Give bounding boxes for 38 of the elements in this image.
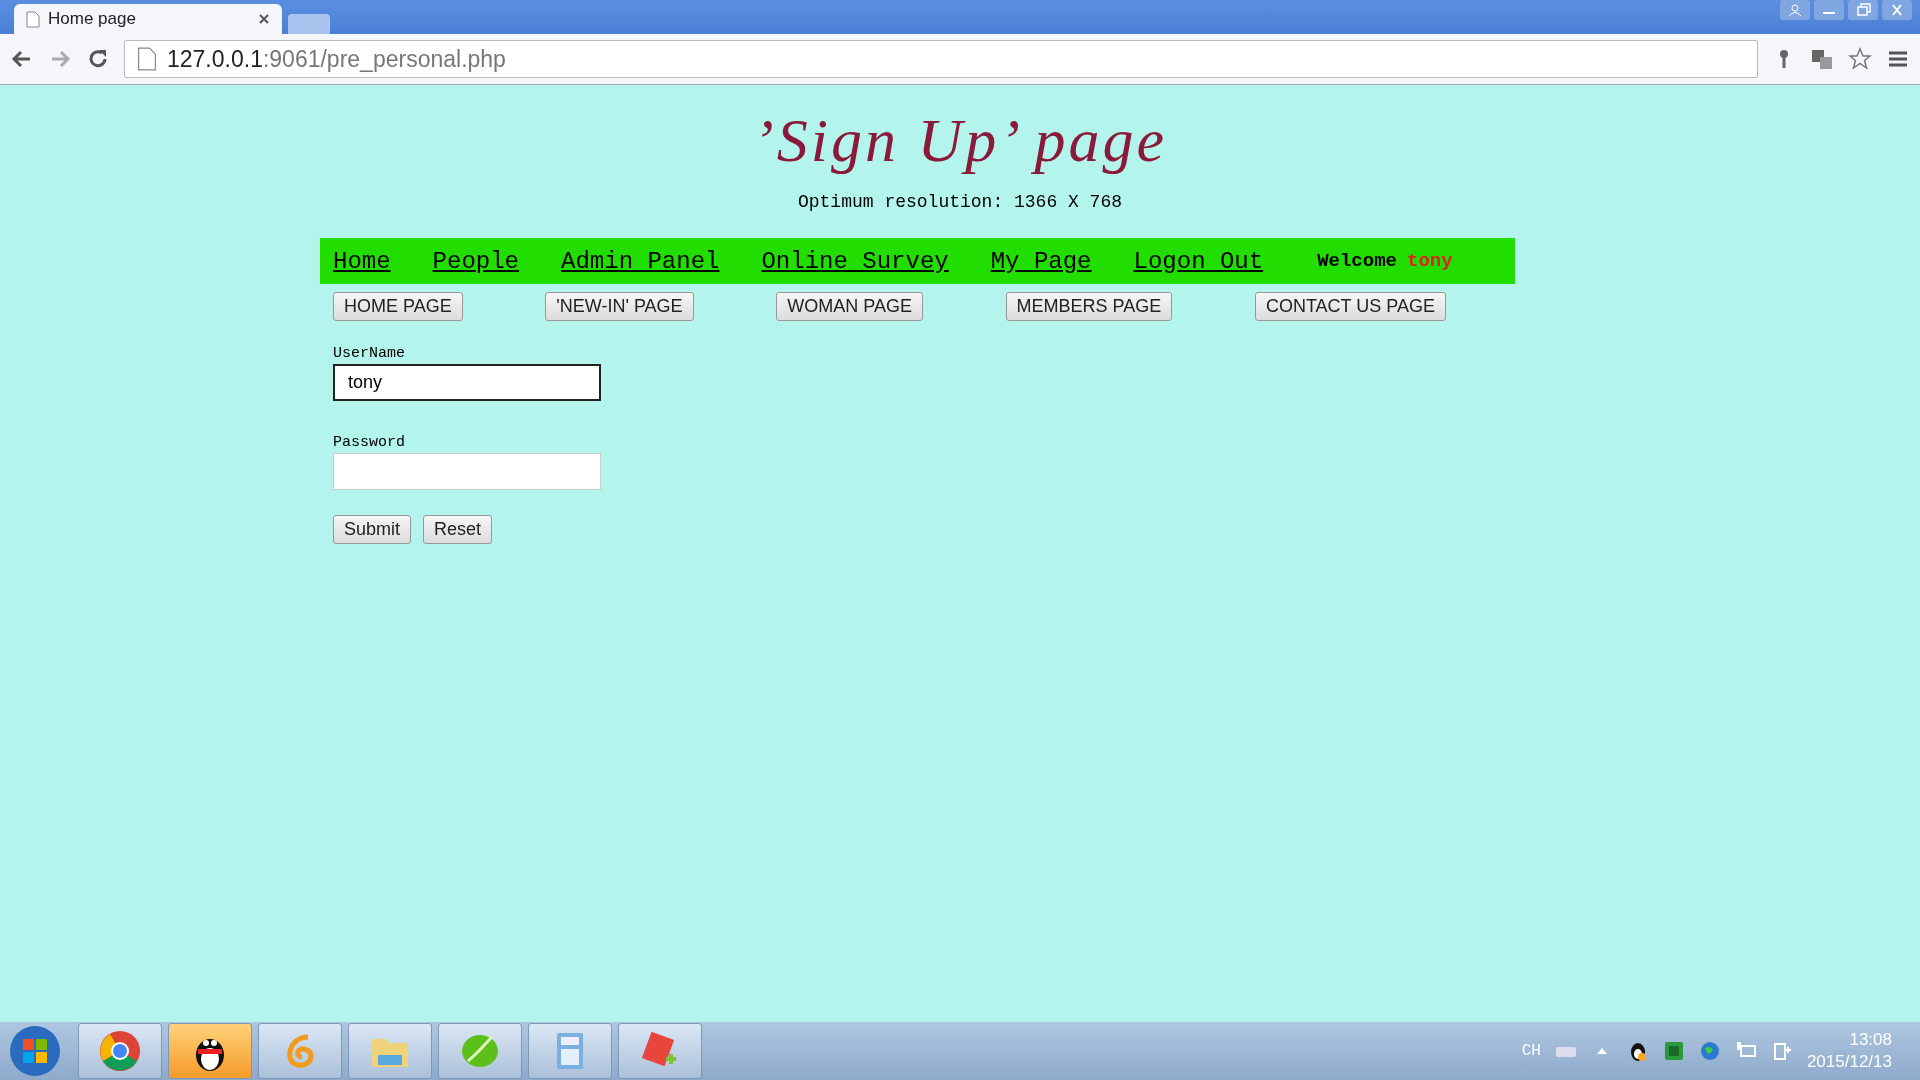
form-button[interactable]: Reset — [423, 515, 493, 544]
chrome-icon — [98, 1029, 142, 1073]
page-button[interactable]: MEMBERS PAGE — [1005, 292, 1173, 321]
page-button[interactable]: 'NEW-IN' PAGE — [545, 292, 694, 321]
input-field[interactable]: tony — [333, 364, 601, 401]
restore-icon[interactable] — [1848, 0, 1878, 20]
url-path: :9061/pre_personal.php — [262, 45, 506, 72]
app-tray-icon[interactable] — [1662, 1040, 1685, 1062]
nav-link[interactable]: My Page — [990, 247, 1092, 275]
user-icon[interactable] — [1780, 0, 1810, 20]
page-icon — [26, 10, 40, 28]
field-label: UserName — [333, 345, 406, 362]
page-icon — [135, 47, 159, 71]
close-icon[interactable] — [258, 13, 270, 25]
page-button[interactable]: WOMAN PAGE — [776, 292, 923, 321]
nav-link[interactable]: Online Survey — [761, 247, 949, 275]
nav-link[interactable]: Admin Panel — [561, 247, 720, 275]
page-button[interactable]: HOME PAGE — [333, 292, 463, 321]
taskbar-button[interactable] — [168, 1023, 252, 1079]
globe-icon[interactable] — [1698, 1040, 1721, 1062]
url-host: 127.0.0.1 — [167, 45, 263, 72]
username-label: tony — [1407, 250, 1453, 272]
star-icon[interactable] — [1848, 47, 1872, 71]
field-label: Password — [333, 434, 406, 451]
nav-link[interactable]: People — [432, 247, 520, 275]
nav-link[interactable]: Home — [333, 247, 391, 275]
page-button[interactable]: CONTACT US PAGE — [1254, 292, 1446, 321]
browser-tab[interactable]: Home page — [14, 4, 282, 34]
start-button[interactable] — [8, 1024, 62, 1078]
welcome-label: Welcome — [1317, 250, 1397, 272]
resolution-note: Optimum resolution: 1366 X 768 — [797, 192, 1123, 212]
page-title: ’Sign Up’ page — [753, 105, 1167, 176]
form-button[interactable]: Submit — [333, 515, 412, 544]
input-field[interactable] — [333, 453, 601, 490]
nav-link[interactable]: Logon Out — [1133, 247, 1264, 275]
address-bar[interactable]: 127.0.0.1:9061/pre_personal.php — [124, 40, 1758, 78]
translate-icon[interactable] — [1810, 47, 1834, 71]
minimize-icon[interactable] — [1814, 0, 1844, 20]
